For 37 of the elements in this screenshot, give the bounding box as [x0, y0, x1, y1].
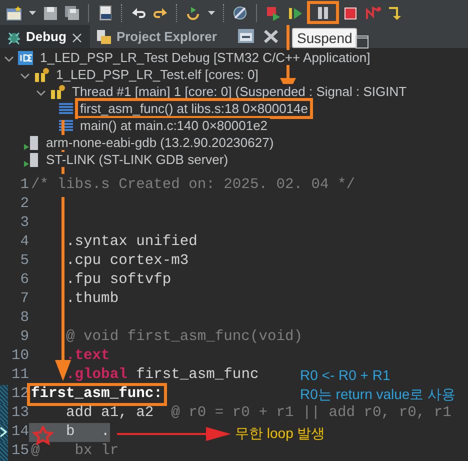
- code-line: /* libs.s Created on: 2025. 02. 04 */: [30, 176, 356, 195]
- code-line: .global first_asm_func: [65, 366, 259, 385]
- tooltip: Suspend: [292, 28, 358, 48]
- line-number: 8: [19, 309, 29, 328]
- code-line: .text: [65, 347, 110, 366]
- line-number: 14: [10, 423, 29, 442]
- tree-item[interactable]: Thread #1 [main] 1 [core: 0] (Suspended : Signal : SIGINT: [70, 84, 409, 99]
- line-number: 5: [19, 252, 29, 271]
- code-line: .thumb: [65, 290, 119, 309]
- code-line: first_asm_func:: [29, 385, 166, 404]
- line-number: 4: [19, 233, 29, 252]
- code-line: add a1, a2 @ r0 = r0 + r1 || add r0, r0, r1: [65, 404, 452, 423]
- code-line: .fpu softvfp: [65, 271, 172, 290]
- annotation-text: 무한 loop 발생: [235, 425, 326, 443]
- tree-item[interactable]: main() at main.c:140 0×80001e2: [78, 118, 270, 133]
- line-number: 9: [19, 328, 29, 347]
- panel-tab[interactable]: Debug: [0, 25, 90, 48]
- line-number: 7: [19, 290, 29, 309]
- line-number: 6: [19, 271, 29, 290]
- code-line: .syntax unified: [65, 233, 198, 252]
- line-number: 2: [19, 195, 29, 214]
- tree-item[interactable]: ST-LINK (ST-LINK GDB server): [44, 152, 230, 167]
- code-line: .cpu cortex-m3: [65, 252, 189, 271]
- line-number: 13: [10, 404, 29, 423]
- tree-item[interactable]: first_asm_func() at libs.s:18 0×800014e: [78, 101, 310, 116]
- tree-item[interactable]: 1_LED_PSP_LR_Test Debug [STM32 C/C++ Application]: [38, 50, 372, 65]
- line-number: 3: [19, 214, 29, 233]
- line-number: 11: [10, 366, 29, 385]
- tree-item[interactable]: arm-none-eabi-gdb (13.2.90.20230627): [44, 135, 276, 150]
- line-number: 1: [19, 176, 29, 195]
- code-line: @ bx lr: [30, 442, 119, 461]
- annotation-text: R0는 return value로 사용: [300, 386, 456, 404]
- line-number: 10: [10, 347, 29, 366]
- tree-item[interactable]: 1_LED_PSP_LR_Test.elf [cores: 0]: [54, 67, 260, 82]
- annotation-text: R0 <- R0 + R1: [300, 367, 390, 383]
- line-number: 15: [10, 442, 29, 461]
- code-line: @ void first_asm_func(void): [65, 328, 302, 347]
